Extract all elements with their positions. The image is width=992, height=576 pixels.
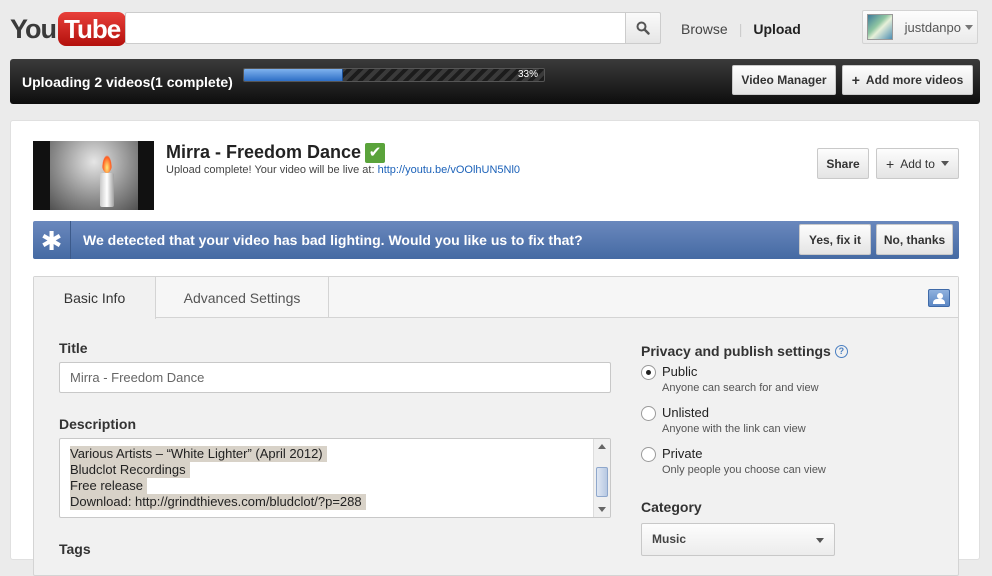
account-name: justdanpo (904, 19, 961, 35)
user-icon-head (937, 293, 943, 299)
progress-percent: 33% (517, 69, 538, 80)
tags-label: Tags (59, 541, 91, 557)
tab-advanced-settings[interactable]: Advanced Settings (156, 277, 329, 318)
description-textarea[interactable]: Various Artists – “White Lighter” (April… (59, 438, 611, 518)
chevron-down-icon (965, 24, 973, 30)
privacy-option-desc: Anyone with the link can view (662, 423, 806, 435)
dismiss-lighting-button[interactable]: No, thanks (876, 224, 953, 255)
radio-private[interactable] (641, 447, 656, 462)
share-label: Share (826, 156, 860, 171)
privacy-option-desc: Anyone can search for and view (662, 382, 819, 394)
description-line: Various Artists – “White Lighter” (April… (70, 446, 327, 462)
dismiss-lighting-label: No, thanks (883, 232, 946, 247)
avatar (867, 14, 893, 40)
search-input[interactable] (125, 12, 625, 44)
description-text: Various Artists – “White Lighter” (April… (70, 446, 366, 510)
title-label: Title (59, 340, 88, 356)
privacy-option-public[interactable]: Public Anyone can search for and view (641, 364, 819, 394)
radio-public[interactable] (641, 365, 656, 380)
description-line: Free release (70, 478, 147, 494)
scroll-down-icon[interactable] (598, 507, 606, 512)
add-to-label: Add to (900, 156, 935, 171)
chevron-down-icon (940, 161, 949, 166)
scrollbar-thumb[interactable] (596, 467, 608, 497)
browse-link[interactable]: Browse (681, 21, 728, 37)
video-thumbnail[interactable] (33, 141, 154, 210)
video-url-link[interactable]: http://youtu.be/vOOlhUN5Nl0 (378, 164, 520, 176)
video-edit-card: Mirra - Freedom Dance ✔ Upload complete!… (10, 120, 980, 576)
lighter-graphic (99, 173, 114, 207)
upload-status-text: Uploading 2 videos(1 complete) (22, 74, 233, 90)
tab-advanced-settings-label: Advanced Settings (183, 289, 301, 306)
title-input[interactable]: Mirra - Freedom Dance (59, 362, 611, 393)
privacy-option-title: Public (662, 364, 698, 379)
tab-basic-info-label: Basic Info (63, 290, 126, 306)
video-manager-button[interactable]: Video Manager (732, 65, 836, 95)
user-icon-body (933, 299, 945, 304)
logo-tube-text: Tube (58, 12, 127, 46)
description-label: Description (59, 416, 137, 432)
tab-basic-info[interactable]: Basic Info (34, 277, 156, 319)
privacy-option-text: Unlisted Anyone with the link can view (662, 405, 806, 435)
fix-lighting-label: Yes, fix it (808, 232, 862, 247)
plus-icon: + (851, 72, 860, 88)
settings-tabs: Basic Info Advanced Settings (34, 277, 958, 319)
description-line: Bludclot Recordings (70, 462, 190, 478)
user-icon[interactable] (928, 289, 950, 307)
flame-graphic (101, 155, 112, 173)
category-label: Category (641, 499, 702, 515)
add-to-button[interactable]: + Add to (876, 148, 959, 179)
progress-fill (244, 69, 343, 81)
privacy-option-private[interactable]: Private Only people you choose can view (641, 446, 826, 476)
search-button[interactable] (625, 12, 661, 44)
radio-unlisted[interactable] (641, 406, 656, 421)
search-icon (636, 21, 650, 35)
video-settings-panel: Basic Info Advanced Settings Title Mirra… (33, 276, 959, 576)
video-manager-label: Video Manager (741, 73, 827, 87)
category-select[interactable]: Music (641, 523, 835, 556)
video-title-text: Mirra - Freedom Dance (166, 142, 362, 162)
account-menu[interactable]: justdanpo (862, 10, 978, 44)
privacy-option-title: Private (662, 446, 703, 461)
privacy-option-unlisted[interactable]: Unlisted Anyone with the link can view (641, 405, 806, 435)
asterisk-icon: ✱ (33, 221, 71, 259)
help-icon[interactable]: ? (834, 344, 848, 358)
plus-icon: + (886, 155, 895, 172)
privacy-settings-heading: Privacy and publish settings ? (641, 343, 848, 359)
lighting-fix-message: We detected that your video has bad ligh… (83, 232, 583, 248)
logo-you-text: You (10, 13, 57, 44)
upload-link[interactable]: Upload (753, 21, 800, 37)
scroll-up-icon[interactable] (598, 444, 606, 449)
description-scrollbar[interactable] (593, 439, 610, 517)
privacy-settings-label: Privacy and publish settings (641, 343, 831, 359)
share-button[interactable]: Share (817, 148, 869, 179)
check-icon: ✔ (365, 142, 386, 163)
upload-status-bar: Uploading 2 videos(1 complete) 33% Video… (10, 59, 980, 104)
search-bar (125, 12, 661, 44)
thumbnail-image (49, 141, 138, 210)
lighting-fix-banner: ✱ We detected that your video has bad li… (33, 221, 959, 259)
category-selected-value: Music (652, 532, 687, 546)
video-title-heading: Mirra - Freedom Dance ✔ (166, 142, 386, 163)
top-nav: Browse | Upload (681, 21, 801, 37)
chevron-down-icon (816, 538, 824, 543)
privacy-option-text: Public Anyone can search for and view (662, 364, 819, 394)
youtube-logo[interactable]: You Tube (10, 11, 127, 47)
upload-complete-text: Upload complete! Your video will be live… (166, 164, 375, 176)
description-line: Download: http://grindthieves.com/bludcl… (70, 494, 366, 510)
fix-lighting-button[interactable]: Yes, fix it (799, 224, 871, 255)
privacy-option-text: Private Only people you choose can view (662, 446, 826, 476)
upload-progress-bar: 33% (243, 68, 545, 82)
upload-complete-message: Upload complete! Your video will be live… (166, 164, 520, 176)
privacy-option-title: Unlisted (662, 405, 709, 420)
privacy-option-desc: Only people you choose can view (662, 464, 826, 476)
nav-separator: | (738, 21, 743, 37)
add-more-videos-button[interactable]: + Add more videos (842, 65, 973, 95)
add-more-videos-label: Add more videos (865, 73, 964, 87)
